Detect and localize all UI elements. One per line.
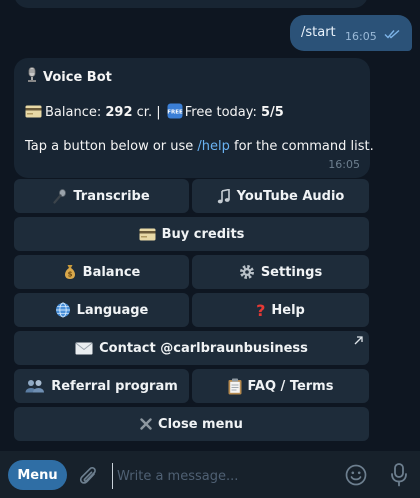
close-menu-label: Close menu	[158, 416, 243, 432]
close-icon	[140, 418, 152, 430]
read-receipt-icon	[384, 29, 400, 39]
credit-card-icon	[139, 228, 156, 241]
transcribe-button[interactable]: Transcribe	[14, 179, 189, 213]
bot-message-time: 16:05	[328, 158, 360, 171]
balance-line: Balance: 292 cr. | FREE Free today: 5/5	[25, 103, 284, 120]
youtube-audio-button[interactable]: YouTube Audio	[192, 179, 369, 213]
buy-credits-button[interactable]: Buy credits	[14, 217, 369, 251]
message-composer: Menu	[0, 451, 420, 498]
envelope-icon	[75, 342, 93, 355]
paperclip-icon[interactable]	[78, 464, 98, 486]
clipboard-icon	[228, 378, 242, 395]
money-bag-icon: $	[63, 264, 77, 280]
balance-value: 292	[105, 105, 133, 120]
svg-text:$: $	[67, 271, 72, 279]
settings-button[interactable]: Settings	[192, 255, 369, 289]
balance-button-label: Balance	[82, 264, 141, 280]
contact-label: Contact @carlbraunbusiness	[99, 340, 308, 356]
bot-name: Voice Bot	[43, 70, 112, 85]
svg-text:FREE: FREE	[167, 110, 183, 116]
help-command-link[interactable]: /help	[197, 139, 229, 154]
close-menu-button[interactable]: Close menu	[14, 407, 369, 441]
message-input[interactable]	[112, 463, 339, 489]
hint-line: Tap a button below or use /help for the …	[25, 139, 374, 154]
gear-icon	[239, 264, 255, 280]
outgoing-message: /start 16:05	[290, 15, 412, 51]
referral-program-label: Referral program	[51, 378, 178, 394]
hint-text-after: for the command list.	[229, 139, 374, 154]
studio-microphone-icon	[28, 67, 36, 82]
transcribe-label: Transcribe	[73, 188, 150, 204]
settings-label: Settings	[260, 264, 323, 280]
help-label: Help	[271, 302, 305, 318]
voice-message-microphone-icon[interactable]	[390, 463, 408, 487]
bot-message-title: Voice Bot	[25, 67, 112, 85]
help-button[interactable]: ? Help	[192, 293, 369, 327]
balance-unit: cr. |	[136, 105, 161, 120]
menu-button[interactable]: Menu	[8, 460, 67, 490]
music-note-icon	[217, 188, 231, 204]
smiley-icon[interactable]	[345, 464, 367, 486]
language-label: Language	[76, 302, 149, 318]
people-icon	[25, 379, 45, 393]
microphone-icon	[53, 188, 67, 204]
language-button[interactable]: Language	[14, 293, 189, 327]
question-mark-icon: ?	[256, 300, 266, 320]
previous-message-bubble	[14, 0, 368, 8]
contact-button[interactable]: Contact @carlbraunbusiness	[14, 331, 369, 365]
balance-button[interactable]: $ Balance	[14, 255, 189, 289]
outgoing-message-time: 16:05	[345, 30, 377, 43]
faq-terms-label: FAQ / Terms	[247, 378, 334, 394]
bot-message: Voice Bot Balance: 292 cr. | FREE Free t…	[14, 58, 374, 178]
buy-credits-label: Buy credits	[161, 226, 245, 242]
referral-program-button[interactable]: Referral program	[14, 369, 189, 403]
free-label: Free today:	[184, 105, 257, 120]
globe-icon	[55, 302, 71, 318]
free-badge-icon: FREE	[167, 103, 183, 119]
free-value: 5/5	[261, 105, 284, 120]
credit-card-icon	[25, 105, 42, 118]
faq-terms-button[interactable]: FAQ / Terms	[192, 369, 369, 403]
youtube-audio-label: YouTube Audio	[236, 188, 345, 204]
hint-text-before: Tap a button below or use	[25, 139, 198, 154]
balance-label: Balance:	[45, 105, 102, 120]
external-link-icon	[354, 336, 363, 345]
outgoing-message-text: /start	[301, 25, 336, 40]
